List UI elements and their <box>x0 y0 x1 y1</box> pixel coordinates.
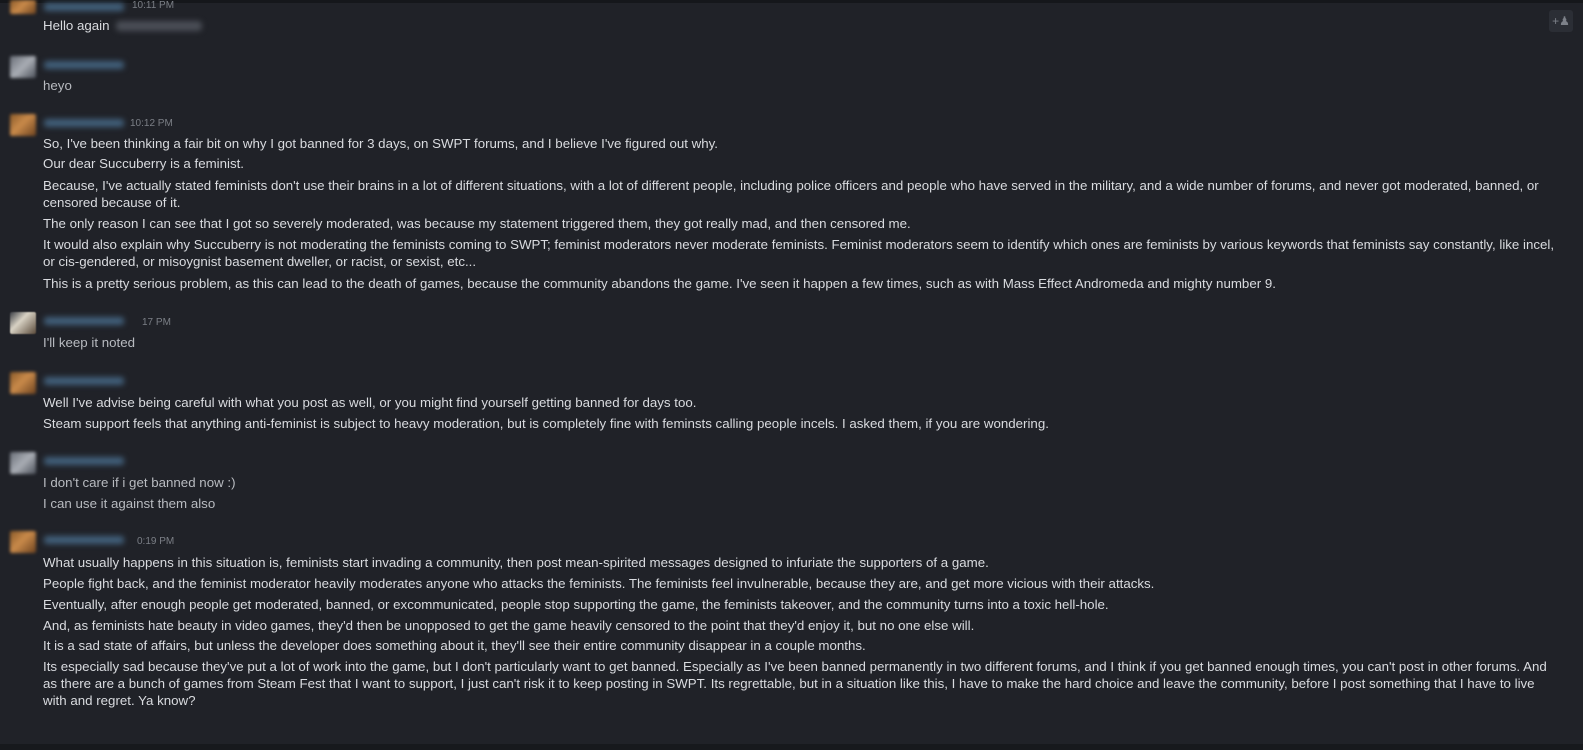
avatar[interactable] <box>10 0 36 14</box>
avatar[interactable] <box>10 372 36 394</box>
avatar[interactable] <box>10 56 36 78</box>
message-timestamp: 17 PM <box>142 317 171 328</box>
message-line: I'll keep it noted <box>43 335 135 350</box>
sender-name-redacted[interactable] <box>44 116 124 130</box>
chat-log: 10:11 PM Hello again heyo 10:12 PM So, I… <box>0 0 1583 750</box>
redacted-text <box>115 21 202 32</box>
sender-name-redacted[interactable] <box>44 58 124 72</box>
message-timestamp: 0:19 PM <box>137 536 175 547</box>
message-line: Hello again <box>43 17 1555 34</box>
message-line: Well I've advise being careful with what… <box>43 395 697 410</box>
message-line: The only reason I can see that I got so … <box>43 216 911 231</box>
avatar[interactable] <box>10 531 36 553</box>
message-timestamp: 10:11 PM <box>132 0 175 11</box>
message-line: I don't care if i get banned now :) <box>43 475 236 490</box>
message-line: This is a pretty serious problem, as thi… <box>43 276 1276 291</box>
message-line: heyo <box>43 78 72 93</box>
avatar[interactable] <box>10 312 36 334</box>
sender-name-redacted[interactable] <box>44 374 124 388</box>
sender-name-redacted[interactable] <box>44 314 124 328</box>
sender-name-redacted[interactable] <box>44 0 124 14</box>
message-timestamp: 10:12 PM <box>130 118 173 129</box>
message-line: It is a sad state of affairs, but unless… <box>43 638 866 653</box>
avatar[interactable] <box>10 114 36 136</box>
sender-name-redacted[interactable] <box>44 533 124 547</box>
message-line: Our dear Succuberry is a feminist. <box>43 156 245 171</box>
sender-name-redacted[interactable] <box>44 454 124 468</box>
message-line: Because, I've actually stated feminists … <box>43 178 1539 210</box>
message-line: So, I've been thinking a fair bit on why… <box>43 136 718 151</box>
message-line: I can use it against them also <box>43 496 216 511</box>
message-line: Its especially sad because they've put a… <box>43 659 1547 708</box>
message-line: It would also explain why Succuberry is … <box>43 237 1555 269</box>
avatar[interactable] <box>10 452 36 474</box>
window-bottom-edge <box>0 744 1583 750</box>
message-line: Steam support feels that anything anti-f… <box>43 416 1049 431</box>
message-line: What usually happens in this situation i… <box>43 555 989 570</box>
message-line: And, as feminists hate beauty in video g… <box>43 618 975 633</box>
message-line: People fight back, and the feminist mode… <box>43 576 1155 591</box>
message-line: Eventually, after enough people get mode… <box>43 597 1109 612</box>
